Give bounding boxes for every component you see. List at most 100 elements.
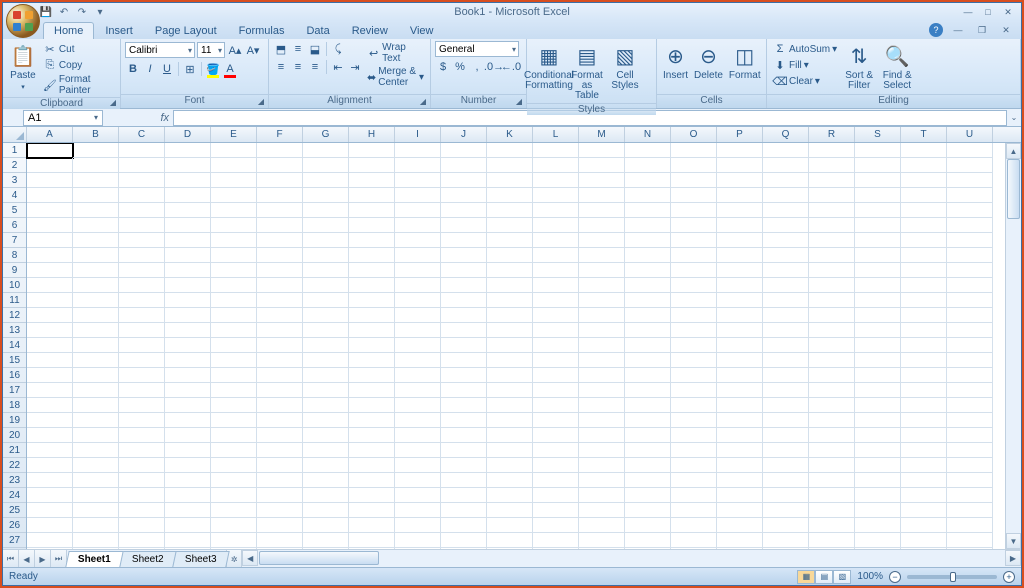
workbook-minimize[interactable]: — [949,23,967,37]
cell[interactable] [763,368,809,383]
cell[interactable] [947,518,993,533]
row-header[interactable]: 15 [3,353,26,368]
cell[interactable] [625,158,671,173]
align-right-button[interactable]: ≡ [307,59,323,75]
cell[interactable] [119,473,165,488]
column-header[interactable]: Q [763,127,809,142]
cell[interactable] [73,368,119,383]
currency-button[interactable]: $ [435,59,451,75]
cell[interactable] [901,473,947,488]
cell[interactable] [947,353,993,368]
cell[interactable] [947,398,993,413]
cell[interactable] [119,443,165,458]
cell[interactable] [947,308,993,323]
cell[interactable] [625,548,671,549]
cell[interactable] [441,308,487,323]
cell[interactable] [947,488,993,503]
cell[interactable] [303,503,349,518]
cell[interactable] [395,518,441,533]
cell[interactable] [809,188,855,203]
cell[interactable] [395,503,441,518]
cell[interactable] [947,263,993,278]
cell[interactable] [349,293,395,308]
cell[interactable] [855,398,901,413]
cell[interactable] [671,413,717,428]
cell[interactable] [441,323,487,338]
cell[interactable] [395,278,441,293]
cell[interactable] [901,488,947,503]
cell[interactable] [73,323,119,338]
cell[interactable] [901,533,947,548]
cell[interactable] [303,188,349,203]
cell[interactable] [257,323,303,338]
column-header[interactable]: P [717,127,763,142]
cell[interactable] [671,458,717,473]
cell[interactable] [855,368,901,383]
cell[interactable] [947,443,993,458]
cell[interactable] [303,413,349,428]
cell[interactable] [717,533,763,548]
cell[interactable] [901,143,947,158]
cell[interactable] [717,308,763,323]
cell[interactable] [441,143,487,158]
cell[interactable] [809,518,855,533]
cell[interactable] [809,353,855,368]
cell[interactable] [763,188,809,203]
row-header[interactable]: 20 [3,428,26,443]
cell[interactable] [533,503,579,518]
cell[interactable] [579,323,625,338]
cell[interactable] [395,293,441,308]
cell[interactable] [763,323,809,338]
cell[interactable] [579,293,625,308]
cell[interactable] [533,188,579,203]
cell[interactable] [27,383,73,398]
cell[interactable] [579,518,625,533]
row-header[interactable]: 22 [3,458,26,473]
cell[interactable] [855,488,901,503]
cell[interactable] [27,338,73,353]
cell[interactable] [855,413,901,428]
cell[interactable] [119,158,165,173]
cell[interactable] [487,503,533,518]
cell[interactable] [441,158,487,173]
cell[interactable] [211,443,257,458]
cell[interactable] [487,368,533,383]
cell[interactable] [395,218,441,233]
cell[interactable] [579,278,625,293]
cell[interactable] [533,143,579,158]
column-header[interactable]: S [855,127,901,142]
cell[interactable] [487,473,533,488]
conditional-formatting-button[interactable]: ▦Conditional Formatting [531,41,567,93]
cell[interactable] [119,293,165,308]
cell[interactable] [533,278,579,293]
cell[interactable] [211,473,257,488]
cell[interactable] [119,533,165,548]
cell[interactable] [533,338,579,353]
cell[interactable] [763,353,809,368]
cell[interactable] [303,443,349,458]
cell[interactable] [27,233,73,248]
cell[interactable] [625,428,671,443]
cell[interactable] [257,233,303,248]
row-header[interactable]: 12 [3,308,26,323]
cell[interactable] [901,233,947,248]
scroll-up-button[interactable]: ▲ [1006,143,1021,159]
cell[interactable] [487,548,533,549]
cell[interactable] [119,263,165,278]
cell[interactable] [763,383,809,398]
cell[interactable] [73,248,119,263]
cell[interactable] [763,293,809,308]
cell[interactable] [165,218,211,233]
cell[interactable] [855,233,901,248]
cell[interactable] [73,278,119,293]
cell[interactable] [27,263,73,278]
cell[interactable] [165,368,211,383]
cell[interactable] [901,368,947,383]
column-header[interactable]: H [349,127,395,142]
cell[interactable] [579,263,625,278]
cell[interactable] [533,353,579,368]
office-button[interactable] [6,4,40,38]
cell[interactable] [441,248,487,263]
cell[interactable] [625,503,671,518]
zoom-thumb[interactable] [950,572,956,582]
